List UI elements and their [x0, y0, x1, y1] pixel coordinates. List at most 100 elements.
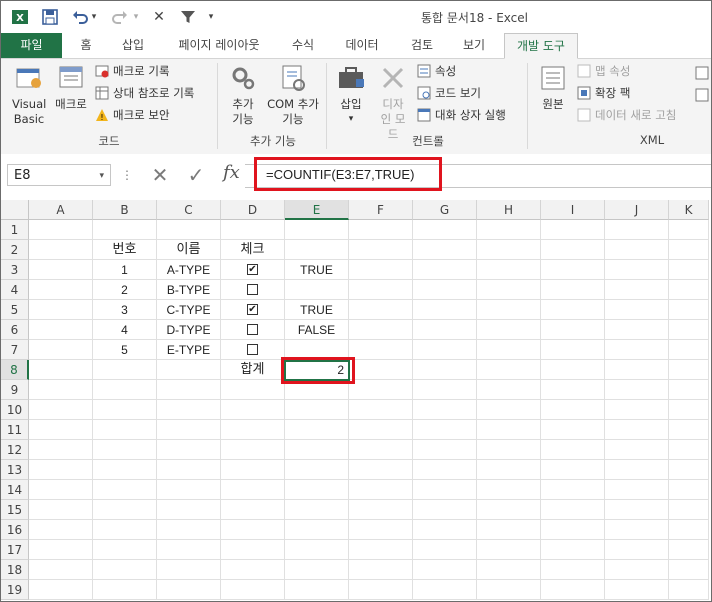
- cell-h15[interactable]: [477, 500, 541, 520]
- cell-k12[interactable]: [669, 440, 709, 460]
- addins-button[interactable]: 추가 기능: [223, 63, 263, 127]
- cell-e4[interactable]: [285, 280, 349, 300]
- checkbox-unchecked[interactable]: [247, 324, 258, 336]
- cell-g15[interactable]: [413, 500, 477, 520]
- cell-f18[interactable]: [349, 560, 413, 580]
- cell-b18[interactable]: [93, 560, 157, 580]
- cell-i7[interactable]: [541, 340, 605, 360]
- expansion-packs-button[interactable]: 확장 팩: [577, 84, 630, 102]
- delete-icon[interactable]: ✕: [149, 7, 169, 27]
- column-header-j[interactable]: J: [605, 200, 669, 220]
- cell-i3[interactable]: [541, 260, 605, 280]
- cell-f13[interactable]: [349, 460, 413, 480]
- cell-d5[interactable]: ✔: [221, 300, 285, 320]
- cell-h17[interactable]: [477, 540, 541, 560]
- macro-button[interactable]: 매크로: [51, 63, 91, 112]
- map-properties-button[interactable]: 맵 속성: [577, 62, 630, 80]
- view-code-button[interactable]: 코드 보기: [417, 84, 481, 102]
- row-header-4[interactable]: 4: [1, 280, 29, 300]
- run-dialog-button[interactable]: 대화 상자 실행: [417, 106, 506, 124]
- cell-i10[interactable]: [541, 400, 605, 420]
- cell-i8[interactable]: [541, 360, 605, 380]
- cell-f19[interactable]: [349, 580, 413, 600]
- cell-k10[interactable]: [669, 400, 709, 420]
- checkbox-checked[interactable]: ✔: [247, 264, 258, 276]
- cell-a17[interactable]: [29, 540, 93, 560]
- row-header-12[interactable]: 12: [1, 440, 29, 460]
- row-header-5[interactable]: 5: [1, 300, 29, 320]
- cell-b1[interactable]: [93, 220, 157, 240]
- cell-j4[interactable]: [605, 280, 669, 300]
- cell-e19[interactable]: [285, 580, 349, 600]
- cell-i1[interactable]: [541, 220, 605, 240]
- cell-d15[interactable]: [221, 500, 285, 520]
- cell-j11[interactable]: [605, 420, 669, 440]
- cell-f11[interactable]: [349, 420, 413, 440]
- cell-j9[interactable]: [605, 380, 669, 400]
- cell-g7[interactable]: [413, 340, 477, 360]
- cell-a4[interactable]: [29, 280, 93, 300]
- cell-k11[interactable]: [669, 420, 709, 440]
- cell-j1[interactable]: [605, 220, 669, 240]
- column-header-g[interactable]: G: [413, 200, 477, 220]
- cell-d18[interactable]: [221, 560, 285, 580]
- cell-k13[interactable]: [669, 460, 709, 480]
- refresh-data-button[interactable]: 데이터 새로 고침: [577, 106, 676, 124]
- cell-i11[interactable]: [541, 420, 605, 440]
- relative-reference-button[interactable]: 상대 참조로 기록: [95, 84, 194, 102]
- cell-b4[interactable]: 2: [93, 280, 157, 300]
- cell-a10[interactable]: [29, 400, 93, 420]
- cell-b12[interactable]: [93, 440, 157, 460]
- cell-h6[interactable]: [477, 320, 541, 340]
- cell-b2[interactable]: 번호: [93, 240, 157, 260]
- cell-k15[interactable]: [669, 500, 709, 520]
- cell-i14[interactable]: [541, 480, 605, 500]
- cell-h1[interactable]: [477, 220, 541, 240]
- cell-d1[interactable]: [221, 220, 285, 240]
- cell-h5[interactable]: [477, 300, 541, 320]
- cell-i18[interactable]: [541, 560, 605, 580]
- row-header-8[interactable]: 8: [1, 360, 29, 380]
- record-macro-button[interactable]: 매크로 기록: [95, 62, 170, 80]
- cell-g4[interactable]: [413, 280, 477, 300]
- column-header-e[interactable]: E: [285, 200, 349, 220]
- column-header-b[interactable]: B: [93, 200, 157, 220]
- cell-b19[interactable]: [93, 580, 157, 600]
- cell-e12[interactable]: [285, 440, 349, 460]
- cell-c18[interactable]: [157, 560, 221, 580]
- cell-k3[interactable]: [669, 260, 709, 280]
- cell-k6[interactable]: [669, 320, 709, 340]
- cell-e18[interactable]: [285, 560, 349, 580]
- cell-k9[interactable]: [669, 380, 709, 400]
- undo-icon[interactable]: [69, 7, 91, 27]
- cell-j14[interactable]: [605, 480, 669, 500]
- cell-j15[interactable]: [605, 500, 669, 520]
- cell-k7[interactable]: [669, 340, 709, 360]
- cell-a3[interactable]: [29, 260, 93, 280]
- cell-g18[interactable]: [413, 560, 477, 580]
- cell-f2[interactable]: [349, 240, 413, 260]
- cell-e13[interactable]: [285, 460, 349, 480]
- redo-dropdown-icon[interactable]: ▾: [131, 7, 141, 27]
- cell-h18[interactable]: [477, 560, 541, 580]
- cell-f14[interactable]: [349, 480, 413, 500]
- cell-b5[interactable]: 3: [93, 300, 157, 320]
- cell-c16[interactable]: [157, 520, 221, 540]
- tab-formulas[interactable]: 수식: [281, 33, 325, 58]
- macro-security-button[interactable]: ! 매크로 보안: [95, 106, 170, 124]
- cell-i9[interactable]: [541, 380, 605, 400]
- cell-b3[interactable]: 1: [93, 260, 157, 280]
- column-header-h[interactable]: H: [477, 200, 541, 220]
- cell-d6[interactable]: [221, 320, 285, 340]
- column-header-f[interactable]: F: [349, 200, 413, 220]
- cell-b8[interactable]: [93, 360, 157, 380]
- tab-home[interactable]: 홈: [69, 33, 103, 58]
- cell-e5[interactable]: TRUE: [285, 300, 349, 320]
- undo-dropdown-icon[interactable]: ▾: [89, 7, 99, 27]
- checkbox-unchecked[interactable]: [247, 344, 258, 356]
- cell-g2[interactable]: [413, 240, 477, 260]
- cell-c10[interactable]: [157, 400, 221, 420]
- row-header-7[interactable]: 7: [1, 340, 29, 360]
- cell-a12[interactable]: [29, 440, 93, 460]
- cell-j5[interactable]: [605, 300, 669, 320]
